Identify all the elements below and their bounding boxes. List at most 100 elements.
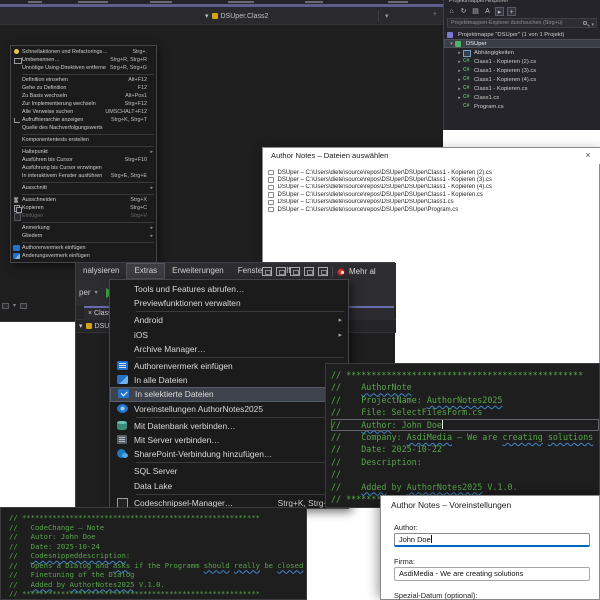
menu-item[interactable]: Gliedern▸	[11, 232, 156, 240]
checkbox-unchecked[interactable]	[268, 207, 274, 213]
blank-icon	[13, 137, 22, 143]
menu-item[interactable]: iOS▸	[110, 328, 348, 342]
menu-item[interactable]: Quelle des Nachverfolgungswerts	[11, 124, 156, 132]
checkbox-unchecked[interactable]	[268, 200, 274, 206]
pointer-icon[interactable]	[290, 267, 300, 276]
menu-item[interactable]: KopierenStrg+C	[11, 204, 156, 212]
explorer-search-input[interactable]: Projektmappen-Explorer durchsuchen (Strg…	[447, 18, 597, 28]
menu-item[interactable]: In interaktivem Fenster ausführenStrg+E,…	[11, 172, 156, 180]
menu-item[interactable]: Authorenvermerk einfügen	[11, 244, 156, 252]
menu-item[interactable]: Ausführen bis CursorStrg+F10	[11, 156, 156, 164]
menubar-item[interactable]: Erweiterungen	[165, 263, 231, 279]
menu-item[interactable]: In selektierte Dateien	[110, 387, 348, 401]
menu-item[interactable]: Ausführung bis Cursor erzwingen	[11, 164, 156, 172]
menu-item[interactable]: AusschneidenStrg+X	[11, 196, 156, 204]
menu-item[interactable]: Voreinstellungen AuthorNotes2025	[110, 402, 348, 416]
sync-icon[interactable]: ↻	[459, 7, 468, 16]
menu-item[interactable]: Definition einsehenAlt+F12	[11, 76, 156, 84]
startup-project-combo[interactable]: per	[79, 288, 91, 297]
menu-item-label: Haltepunkt	[22, 149, 143, 155]
tree-project-node[interactable]: ▾DSUper	[444, 39, 600, 48]
file-list-item[interactable]: DSUper – C:\Users\diete\source\repos\DSU…	[268, 169, 596, 176]
home-icon[interactable]: ⌂	[447, 7, 456, 16]
preview-selected-icon[interactable]: +	[507, 7, 516, 16]
pointer-capture-icon[interactable]	[318, 267, 328, 276]
mini-toolbar[interactable]: ▾	[2, 301, 72, 310]
code-line: // *************************************…	[9, 513, 306, 523]
tree-item[interactable]: ▸Class1 - Kopieren (4).cs	[444, 75, 600, 84]
menu-item[interactable]: In alle Dateien	[110, 373, 348, 387]
plus-icon: +	[433, 11, 439, 18]
tree-item[interactable]: ▸Class1 - Kopieren (2).cs	[444, 57, 600, 66]
menu-item[interactable]: Mit Server verbinden…	[110, 433, 348, 447]
sync-active-document-icon[interactable]: ▸	[495, 7, 504, 16]
menu-item[interactable]: SharePoint-Verbindung hinzufügen…	[110, 447, 348, 461]
tree-item[interactable]: ▸Class1 - Kopieren.cs	[444, 84, 600, 93]
menu-item[interactable]: Haltepunkt▸	[11, 148, 156, 156]
menu-item[interactable]: SQL Server	[110, 464, 348, 478]
checkbox-unchecked[interactable]	[268, 177, 274, 183]
properties-icon[interactable]: A	[483, 7, 492, 16]
menu-item[interactable]: EinfügenStrg+V	[11, 212, 156, 220]
solution-tree: Projektmappe "DSUper" (1 von 1 Projekt)▾…	[444, 30, 600, 111]
menu-item[interactable]: Data Lake	[110, 478, 348, 492]
region-icon[interactable]	[304, 267, 314, 276]
checkbox-unchecked[interactable]	[268, 170, 274, 176]
record-icon[interactable]	[337, 268, 345, 276]
menu-item[interactable]: Umbenennen…Strg+R, Strg+R	[11, 56, 156, 64]
menu-item[interactable]: Ausschnitt▸	[11, 184, 156, 192]
menu-item[interactable]: Anmerkung▸	[11, 224, 156, 232]
menu-item[interactable]: Änderungsvermerk einfügen	[11, 252, 156, 260]
text-cursor	[442, 420, 443, 429]
blank-icon	[13, 77, 22, 83]
menu-item[interactable]: Schnellaktionen und Refactorings…Strg+.	[11, 48, 156, 56]
video-icon[interactable]	[276, 267, 286, 276]
menu-item-label: Alle Verweise suchen	[22, 109, 101, 115]
menu-item[interactable]: Zu Basis wechselnAlt+Pos1	[11, 92, 156, 100]
close-icon[interactable]: ×	[582, 149, 594, 162]
collapse-all-icon[interactable]: ▤	[471, 7, 480, 16]
menu-item-label: Ausschnitt	[22, 185, 143, 191]
file-list-item[interactable]: DSUper – C:\Users\diete\source\repos\DSU…	[268, 191, 596, 198]
code-editor-authornote[interactable]: // *************************************…	[325, 363, 600, 508]
file-list-item[interactable]: DSUper – C:\Users\diete\source\repos\DSU…	[268, 199, 596, 206]
code-editor-codechange[interactable]: // *************************************…	[0, 507, 307, 600]
menu-item[interactable]: Tools und Features abrufen…	[110, 282, 348, 296]
checkbox-unchecked[interactable]	[268, 185, 274, 191]
menu-shortcut: Strg+E, Strg+E	[111, 173, 147, 179]
file-path-label: DSUper – C:\Users\diete\source\repos\DSU…	[278, 177, 492, 183]
checkbox-unchecked[interactable]	[268, 192, 274, 198]
menu-item[interactable]: Alle Verweise suchenUMSCHALT+F12	[11, 108, 156, 116]
menubar-item[interactable]: Extras	[126, 263, 165, 279]
menu-item[interactable]: Aufrufhierarchie anzeigenStrg+K, Strg+T	[11, 116, 156, 124]
file-list-item[interactable]: DSUper – C:\Users\diete\source\repos\DSU…	[268, 206, 596, 213]
file-list-item[interactable]: DSUper – C:\Users\diete\source\repos\DSU…	[268, 176, 596, 183]
menubar-item[interactable]: nalysieren	[76, 263, 126, 279]
menu-item[interactable]: Mit Datenbank verbinden…	[110, 419, 348, 433]
file-list-item[interactable]: DSUper – C:\Users\diete\source\repos\DSU…	[268, 184, 596, 191]
navbar-extra-icons[interactable]: +	[433, 11, 439, 18]
desktop-canvas: ▾ DSUper.Class2 ▾ + Schnellaktionen und …	[0, 0, 600, 600]
tree-item[interactable]: ▸Class1.cs	[444, 93, 600, 102]
type-selector-dropdown[interactable]: ▾ DSUper.Class2	[205, 10, 268, 22]
menu-item[interactable]: Unnötige Using-Direktiven entfernen und …	[11, 64, 156, 72]
file-path-label: DSUper – C:\Users\diete\source\repos\DSU…	[278, 199, 454, 205]
close-icon[interactable]: ×	[88, 310, 92, 317]
menu-item[interactable]: Zur Implementierung wechselnStrg+F12	[11, 100, 156, 108]
author-field[interactable]: John Doe	[394, 533, 590, 547]
menu-item[interactable]: Android▸	[110, 313, 348, 327]
menu-item[interactable]: Archive Manager…	[110, 342, 348, 356]
menu-item[interactable]: Gehe zu DefinitionF12	[11, 84, 156, 92]
menu-item[interactable]: Previewfunktionen verwalten	[110, 296, 348, 310]
firma-field[interactable]: AsdiMedia - We are creating solutions	[394, 567, 590, 581]
tree-item[interactable]: ▸Abhängigkeiten	[444, 48, 600, 57]
member-selector-dropdown[interactable]: ▾	[378, 10, 389, 22]
csharp-file-icon	[463, 59, 472, 65]
tree-item[interactable]: ▸Class1 - Kopieren (3).cs	[444, 66, 600, 75]
screencast-icon[interactable]	[262, 267, 272, 276]
tree-item[interactable]: Program.cs	[444, 102, 600, 111]
note-check-icon	[115, 389, 135, 399]
menu-item[interactable]: Komponententests erstellen	[11, 136, 156, 144]
tree-root-solution[interactable]: Projektmappe "DSUper" (1 von 1 Projekt)	[444, 30, 600, 39]
menu-item[interactable]: Authorenvermerk einfügen	[110, 359, 348, 373]
